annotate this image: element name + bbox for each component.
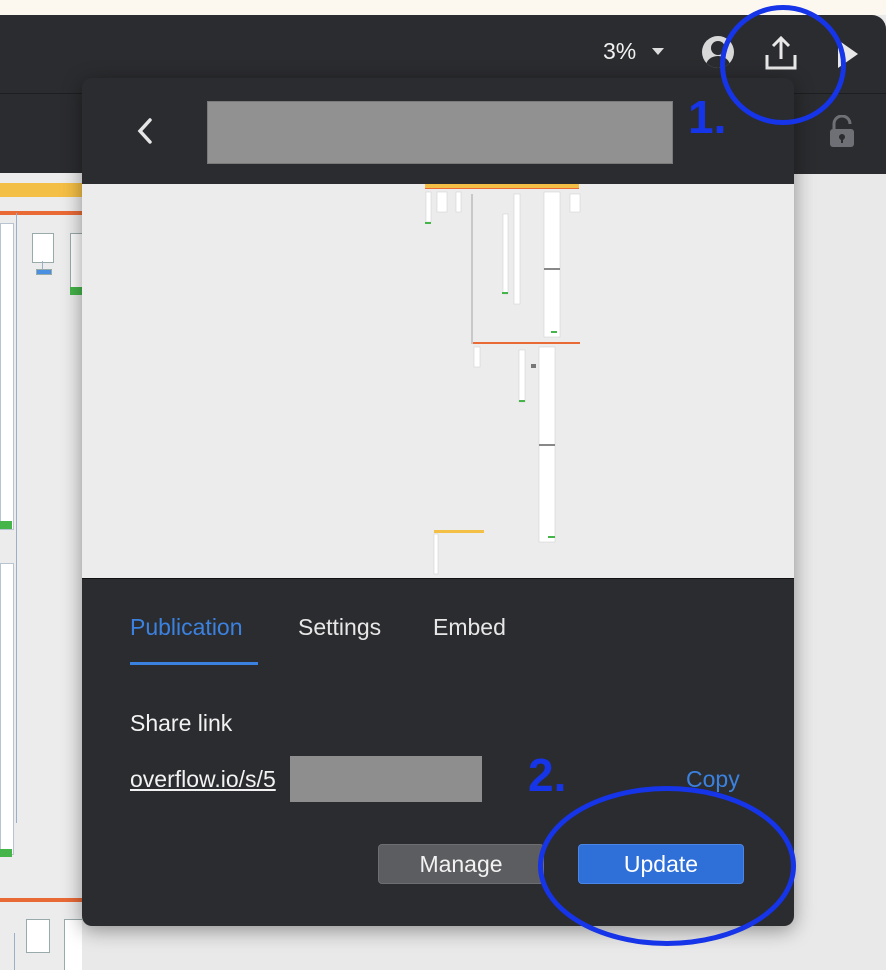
tab-publication[interactable]: Publication [130, 614, 243, 641]
share-link-redaction [290, 756, 482, 802]
chevron-left-icon[interactable] [134, 116, 158, 146]
share-tabs: Publication Settings Embed [130, 614, 750, 666]
document-title-field-redacted[interactable] [207, 101, 673, 164]
annotation-step-1: 1. [688, 91, 727, 143]
share-link-url[interactable]: overflow.io/s/5 [130, 766, 276, 793]
chevron-down-icon[interactable] [652, 48, 664, 55]
manage-button[interactable]: Manage [378, 844, 544, 884]
tab-embed[interactable]: Embed [433, 614, 506, 641]
document-preview-thumbnail [82, 184, 794, 579]
lock-open-icon[interactable] [828, 115, 856, 149]
annotation-step-2: 2. [528, 749, 567, 801]
preview-minimap [425, 184, 581, 575]
annotation-circle-share [720, 5, 846, 125]
design-canvas-partial[interactable] [0, 173, 82, 970]
share-link-label: Share link [130, 710, 233, 736]
active-tab-indicator [130, 662, 258, 665]
annotation-circle-update [538, 786, 796, 946]
zoom-level[interactable]: 3% [603, 38, 636, 65]
tab-settings[interactable]: Settings [298, 614, 381, 641]
